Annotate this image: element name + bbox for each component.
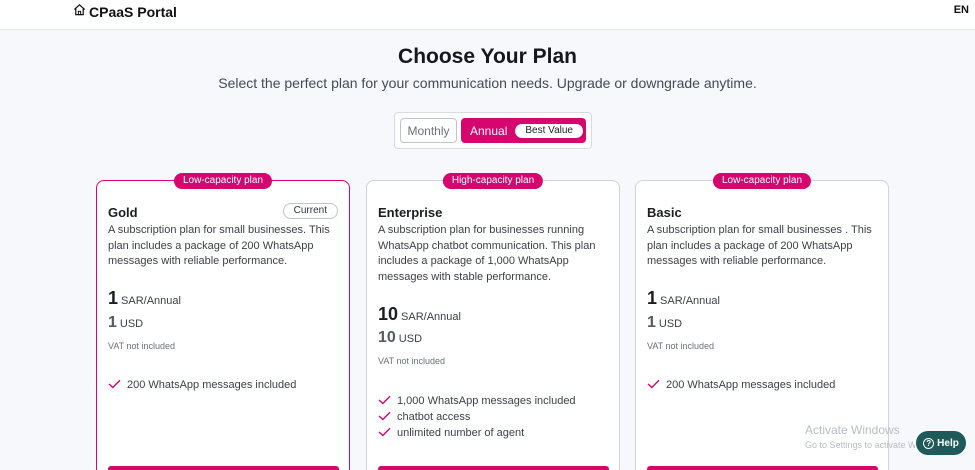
help-label: Help [937, 437, 959, 449]
plan-capacity-badge: Low-capacity plan [173, 173, 273, 189]
price-usd-value: 10 [378, 329, 396, 346]
best-value-badge: Best Value [515, 123, 583, 138]
question-icon: ? [923, 437, 935, 449]
price-value: 1 [647, 288, 658, 308]
annual-label: Annual [470, 123, 508, 138]
plan-name: Basic [647, 205, 682, 220]
check-icon [378, 427, 391, 440]
plan-capacity-badge: Low-capacity plan [712, 173, 812, 189]
top-bar: CPaaS Portal EN [0, 0, 975, 30]
check-icon [108, 379, 121, 392]
select-plan-button[interactable] [378, 466, 609, 470]
price-usd-value: 1 [647, 314, 656, 331]
feature-label: 200 WhatsApp messages included [666, 379, 836, 391]
price-usd-value: 1 [108, 314, 117, 331]
price-value: 10 [378, 304, 399, 324]
help-button[interactable]: ? Help [916, 431, 966, 455]
price-sar: 10 SAR/Annual [378, 304, 461, 325]
feature-item: chatbot access [378, 409, 576, 425]
feature-item: 200 WhatsApp messages included [647, 377, 835, 393]
select-plan-button[interactable] [647, 466, 878, 470]
plan-description: A subscription plan for small businesses… [647, 224, 872, 267]
plan-name: Enterprise [378, 205, 443, 220]
feature-label: 200 WhatsApp messages included [127, 379, 297, 391]
price-unit: SAR/Annual [401, 311, 461, 323]
feature-item: 200 WhatsApp messages included [108, 377, 296, 393]
price-sar: 1 SAR/Annual [108, 288, 181, 309]
price-sar: 1 SAR/Annual [647, 288, 720, 309]
page-subtitle: Select the perfect plan for your communi… [218, 75, 757, 91]
plan-description: A subscription plan for small businesses… [108, 224, 330, 267]
vat-note: VAT not included [647, 341, 715, 351]
page-title: Choose Your Plan [398, 45, 577, 68]
feature-item: 1,000 WhatsApp messages included [378, 393, 576, 409]
price-usd-unit: USD [658, 318, 683, 330]
price-unit: SAR/Annual [660, 295, 720, 307]
feature-item: unlimited number of agent [378, 425, 576, 441]
plan-name: Gold [108, 205, 138, 220]
brand-name: CPaaS Portal [89, 4, 177, 20]
language-switch[interactable]: EN [954, 4, 969, 16]
price-usd-unit: USD [398, 333, 423, 345]
price-usd: 10 USD [378, 329, 422, 347]
feature-list: 200 WhatsApp messages included [108, 377, 296, 393]
plan-card-gold[interactable]: Low-capacity plan Gold Current A subscri… [96, 173, 350, 470]
feature-label: unlimited number of agent [397, 427, 525, 439]
plan-card-enterprise[interactable]: High-capacity plan Enterprise A subscrip… [366, 173, 620, 470]
current-plan-badge: Current [282, 203, 338, 219]
vat-note: VAT not included [378, 356, 446, 366]
price-usd: 1 USD [108, 314, 143, 332]
feature-label: chatbot access [397, 411, 471, 423]
home-icon [73, 3, 86, 21]
check-icon [378, 411, 391, 424]
price-value: 1 [108, 288, 119, 308]
annual-button[interactable]: Annual Best Value [461, 118, 586, 143]
brand[interactable]: CPaaS Portal [73, 3, 177, 21]
activate-windows-subtitle: Go to Settings to activate Windows. [805, 440, 915, 450]
price-usd-unit: USD [119, 318, 144, 330]
feature-label: 1,000 WhatsApp messages included [397, 395, 576, 407]
activate-windows-title: Activate Windows [805, 423, 900, 437]
price-usd: 1 USD [647, 314, 682, 332]
plan-capacity-badge: High-capacity plan [442, 173, 544, 189]
plan-description: A subscription plan for businesses runni… [378, 224, 596, 283]
billing-toggle: Monthly Annual Best Value [394, 112, 592, 149]
feature-list: 200 WhatsApp messages included [647, 377, 835, 393]
price-unit: SAR/Annual [121, 295, 181, 307]
select-plan-button[interactable] [108, 466, 339, 470]
monthly-button[interactable]: Monthly [400, 118, 457, 143]
check-icon [378, 395, 391, 408]
vat-note: VAT not included [108, 341, 176, 351]
check-icon [647, 379, 660, 392]
feature-list: 1,000 WhatsApp messages included chatbot… [378, 393, 576, 441]
